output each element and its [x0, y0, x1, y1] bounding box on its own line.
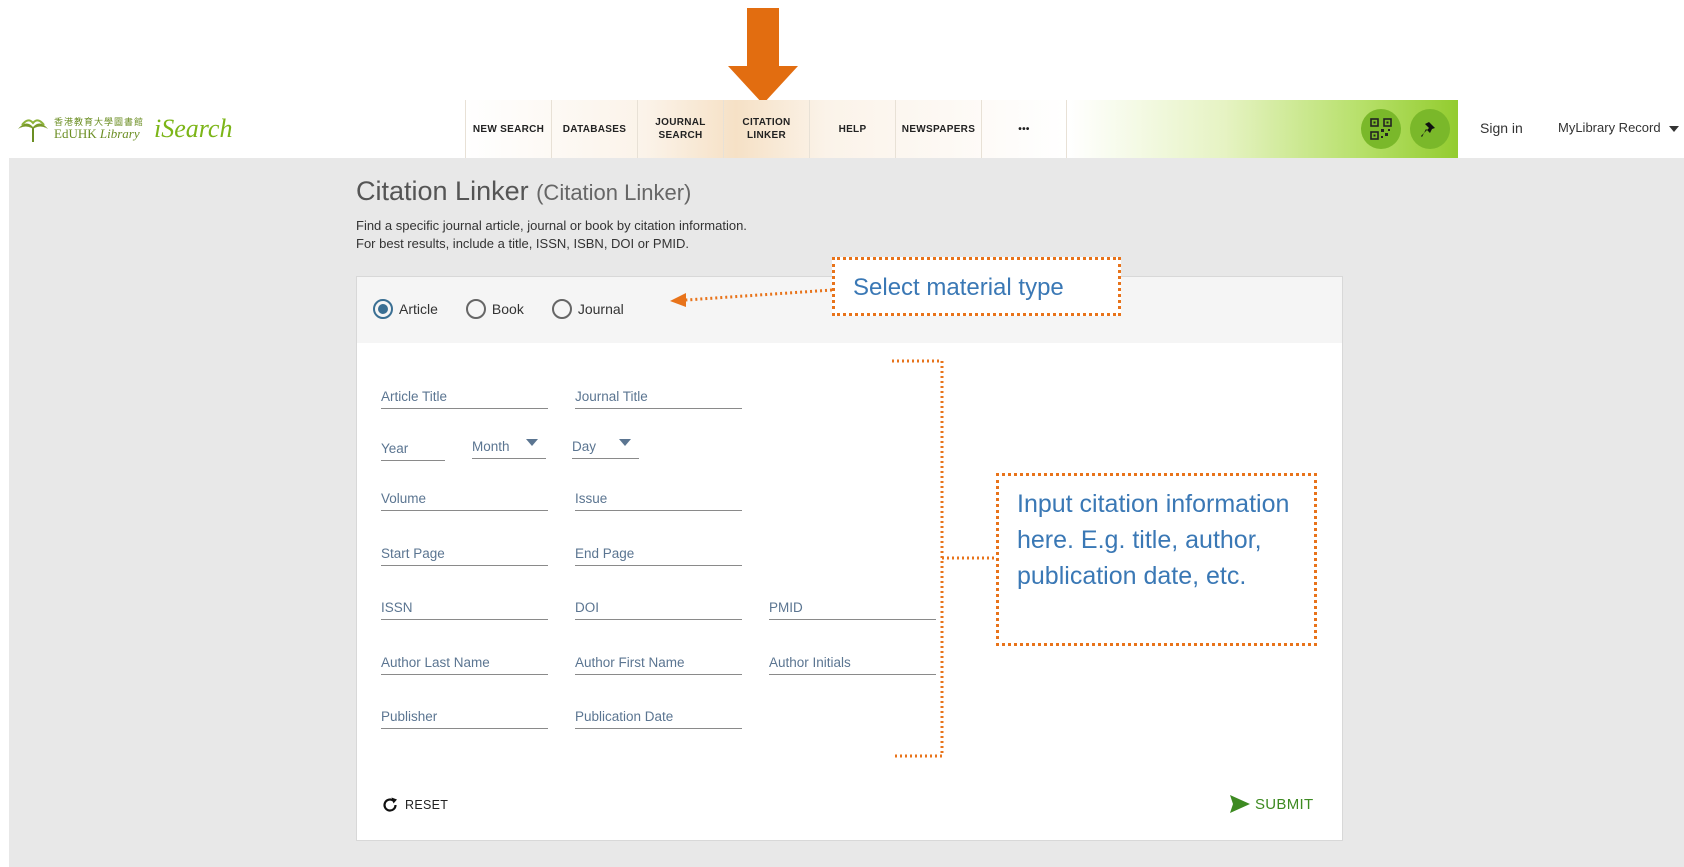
radio-article-label: Article [399, 301, 438, 317]
submit-label: SUBMIT [1255, 795, 1314, 813]
mylibrary-menu[interactable]: MyLibrary Record [1558, 120, 1679, 135]
top-header: 香港教育大學圖書館 EdUHK Library iSearch NEW SEAR… [0, 100, 1684, 158]
send-icon [1230, 795, 1250, 813]
pmid-field[interactable]: PMID [769, 594, 936, 620]
arrow-down-icon [728, 8, 798, 104]
header-accent-bar [1069, 100, 1458, 158]
material-type-radios: Article Book Journal [373, 299, 652, 319]
author-last-name-field[interactable]: Author Last Name [381, 649, 548, 675]
page-subtitle: (Citation Linker) [536, 180, 692, 205]
radio-book[interactable]: Book [465, 299, 524, 319]
sign-in-link[interactable]: Sign in [1480, 120, 1523, 136]
caret-down-icon [619, 439, 631, 446]
issn-field[interactable]: ISSN [381, 594, 548, 620]
annotation-citation-info: Input citation information here. E.g. ti… [996, 473, 1317, 646]
logo-english: EdUHK Library [54, 126, 140, 141]
end-page-field[interactable]: End Page [575, 540, 742, 566]
article-title-field[interactable]: Article Title [381, 383, 548, 409]
volume-field[interactable]: Volume [381, 485, 548, 511]
author-first-name-field[interactable]: Author First Name [575, 649, 742, 675]
radio-journal[interactable]: Journal [551, 299, 624, 319]
radio-unselected-icon [465, 299, 486, 319]
author-initials-field[interactable]: Author Initials [769, 649, 936, 675]
publisher-field[interactable]: Publisher [381, 703, 548, 729]
radio-journal-label: Journal [577, 301, 624, 317]
nav-journal-search[interactable]: JOURNAL SEARCH [637, 100, 723, 158]
qr-code-icon [1370, 118, 1392, 140]
month-select[interactable]: Month [472, 433, 546, 459]
main-nav: NEW SEARCH DATABASES JOURNAL SEARCH CITA… [465, 100, 1067, 158]
issue-field[interactable]: Issue [575, 485, 742, 511]
nav-newspapers[interactable]: NEWSPAPERS [895, 100, 981, 158]
caret-down-icon [1668, 125, 1679, 132]
tree-logo-icon [18, 119, 48, 142]
submit-button[interactable]: SUBMIT [1229, 794, 1313, 814]
annotation-material-type: Select material type [832, 257, 1121, 316]
radio-book-label: Book [491, 301, 524, 317]
pin-button[interactable] [1410, 109, 1450, 149]
library-logo[interactable]: 香港教育大學圖書館 EdUHK Library iSearch [16, 112, 232, 146]
radio-selected-icon [373, 299, 393, 319]
pin-icon [1421, 120, 1435, 137]
doi-field[interactable]: DOI [575, 594, 742, 620]
day-select[interactable]: Day [572, 433, 639, 459]
mylibrary-label: MyLibrary Record [1558, 120, 1661, 135]
page-description: Find a specific journal article, journal… [356, 217, 747, 253]
caret-down-icon [526, 439, 538, 446]
publication-date-field[interactable]: Publication Date [575, 703, 742, 729]
year-field[interactable]: Year [381, 435, 445, 461]
nav-databases[interactable]: DATABASES [551, 100, 637, 158]
refresh-icon [383, 797, 397, 812]
month-select-label: Month [472, 439, 510, 454]
description-line-1: Find a specific journal article, journal… [356, 218, 747, 233]
radio-article[interactable]: Article [373, 299, 438, 319]
nav-new-search[interactable]: NEW SEARCH [465, 100, 551, 158]
nav-help[interactable]: HELP [809, 100, 895, 158]
page-title: Citation Linker (Citation Linker) [356, 176, 692, 206]
start-page-field[interactable]: Start Page [381, 540, 548, 566]
isearch-logo: iSearch [154, 114, 233, 143]
qr-code-button[interactable] [1361, 109, 1401, 149]
journal-title-field[interactable]: Journal Title [575, 383, 742, 409]
nav-more[interactable]: ••• [981, 100, 1067, 158]
reset-button[interactable]: RESET [381, 796, 448, 814]
day-select-label: Day [572, 439, 597, 454]
logo-text: 香港教育大學圖書館 EdUHK Library [54, 118, 144, 141]
reset-label: RESET [405, 798, 449, 812]
description-line-2: For best results, include a title, ISSN,… [356, 236, 690, 251]
nav-citation-linker[interactable]: CITATION LINKER [723, 100, 809, 158]
radio-unselected-icon [551, 299, 572, 319]
